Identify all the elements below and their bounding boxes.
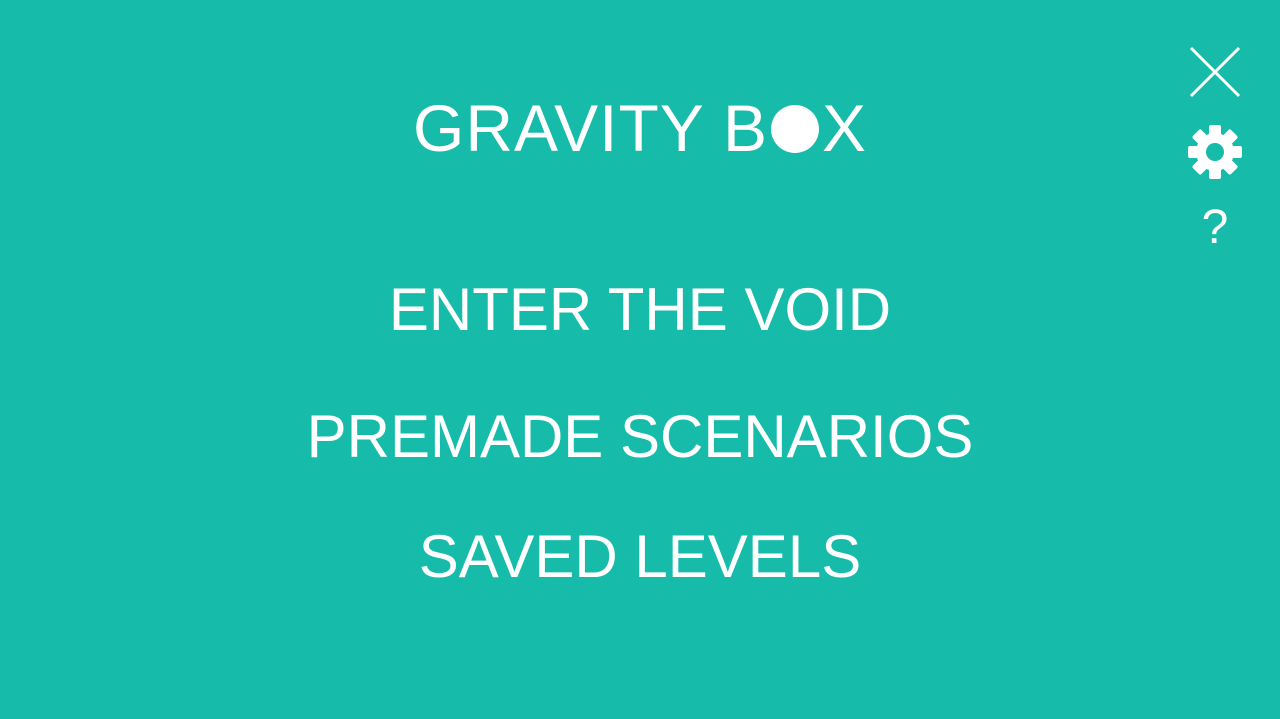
title-ball-icon [770, 105, 819, 153]
title-text-start: GRAVITY B [412, 91, 768, 165]
enter-the-void-button[interactable]: ENTER THE VOID [0, 274, 1280, 346]
title-text-end: X [821, 91, 867, 165]
close-button[interactable] [1187, 44, 1243, 100]
premade-scenarios-button[interactable]: PREMADE SCENARIOS [0, 401, 1280, 473]
settings-button[interactable] [1187, 124, 1243, 180]
game-title: GRAVITY B X [0, 88, 1280, 168]
help-button[interactable]: ? [1187, 198, 1243, 254]
close-icon [1189, 46, 1241, 98]
saved-levels-button[interactable]: SAVED LEVELS [0, 521, 1280, 593]
gear-icon [1188, 125, 1242, 179]
